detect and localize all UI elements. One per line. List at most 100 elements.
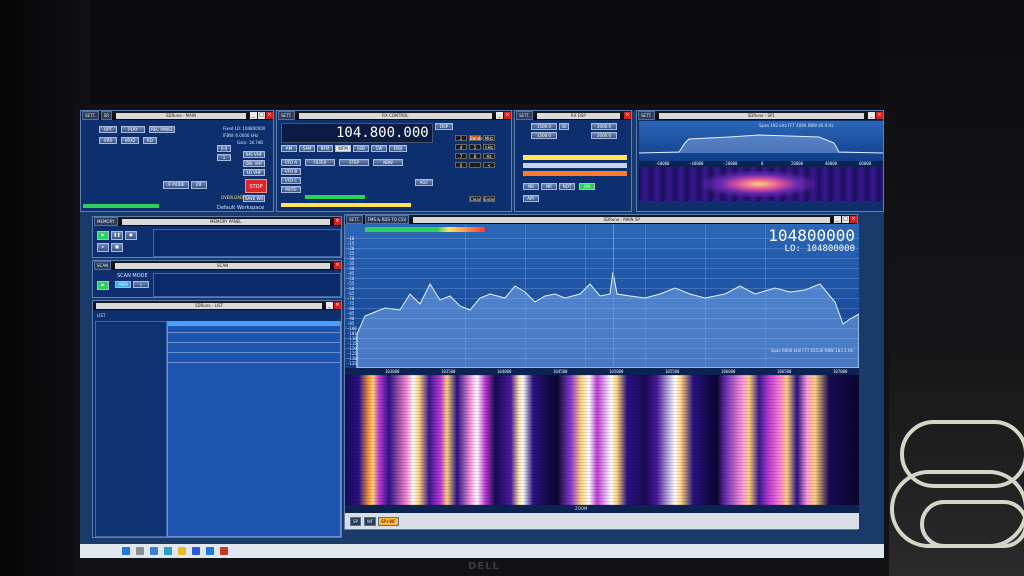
waterfall[interactable] xyxy=(345,375,859,505)
list-sidebar[interactable] xyxy=(95,321,167,537)
dsp-field-1[interactable]: 1500.0 xyxy=(531,123,557,130)
opt-button[interactable]: OPT xyxy=(99,126,117,133)
nb-button[interactable]: NB xyxy=(523,183,539,190)
dsp-button[interactable]: DSP xyxy=(435,123,453,130)
agc-green-button[interactable]: ON xyxy=(579,183,595,190)
key-5[interactable]: 5 xyxy=(469,144,481,150)
maximize-icon[interactable]: □ xyxy=(842,216,849,223)
close-icon[interactable]: × xyxy=(624,112,631,119)
sp-button[interactable]: SP xyxy=(350,517,361,526)
vfo-c-button[interactable]: VFO C xyxy=(281,177,301,184)
frequency-axis[interactable]: 103000 103500 104000 104500 105000 105500 1060… xyxy=(345,368,859,375)
mode-wfm-button[interactable]: WFM xyxy=(335,145,351,152)
mode-ssb-button[interactable]: SSB xyxy=(353,145,369,152)
lna-button[interactable]: 1 xyxy=(217,154,231,161)
windows-icon[interactable] xyxy=(122,547,130,555)
key-dot[interactable]: . xyxy=(469,162,481,168)
frequency-display[interactable]: 104.800.000 xyxy=(281,123,433,143)
agc-button[interactable]: IHS VHF xyxy=(243,151,265,158)
key-mhz[interactable]: MHz xyxy=(483,135,495,141)
bias-button[interactable]: DBL VHF xyxy=(243,160,265,167)
record-icon[interactable]: ● xyxy=(125,231,137,240)
play-button[interactable]: PLAY xyxy=(121,126,145,133)
key-hz[interactable]: Hz xyxy=(483,153,495,159)
mode-cw-button[interactable]: CW xyxy=(371,145,387,152)
notch-button[interactable]: NOT xyxy=(559,183,575,190)
key-4[interactable]: 4 xyxy=(455,144,467,150)
dsp-bar-1[interactable] xyxy=(523,155,627,160)
sett-button[interactable]: SETT. xyxy=(346,215,363,224)
small-waterfall[interactable] xyxy=(639,167,883,201)
vrx-button[interactable]: VRX xyxy=(99,137,117,144)
dsp-field-4[interactable]: 1500.0 xyxy=(531,132,557,139)
minimize-icon[interactable]: _ xyxy=(250,112,257,119)
key-7[interactable]: 7 xyxy=(455,153,467,159)
key-1[interactable]: 1 xyxy=(455,135,467,141)
small-spectrum-plot[interactable]: Span 192 kHz FFT 4096 RBW 46.9 Hz xyxy=(639,121,883,161)
task-view-icon[interactable] xyxy=(150,547,158,555)
skip-icon[interactable]: ▸ xyxy=(97,243,109,252)
vrx2-button[interactable]: VRX2 xyxy=(121,137,139,144)
store-icon[interactable] xyxy=(192,547,200,555)
close-icon[interactable]: × xyxy=(876,112,883,119)
minimize-icon[interactable]: _ xyxy=(496,112,503,119)
nbw-button[interactable]: NBW xyxy=(373,159,403,166)
mode-nfm-button[interactable]: NFM xyxy=(317,145,333,152)
dsp-bar-2[interactable] xyxy=(523,163,627,168)
maximize-icon[interactable]: □ xyxy=(258,112,265,119)
sett-button[interactable]: SETT. xyxy=(82,111,99,120)
ro-button[interactable]: RO xyxy=(143,137,157,144)
zif-button[interactable]: ZIF xyxy=(191,181,207,189)
search-icon[interactable] xyxy=(136,547,144,555)
dsp-bar-3[interactable] xyxy=(523,171,627,176)
mute-button[interactable]: MUTE xyxy=(281,186,301,193)
scan-next-button[interactable]: » xyxy=(133,281,149,288)
filter-button[interactable]: FILTER xyxy=(305,159,335,166)
close-icon[interactable]: × xyxy=(334,262,341,269)
apf-button[interactable]: APF xyxy=(523,195,539,202)
clear-key[interactable]: Clear xyxy=(469,196,481,202)
close-icon[interactable]: × xyxy=(504,112,511,119)
list-table[interactable] xyxy=(167,321,341,537)
play-icon[interactable]: ▶ xyxy=(97,231,109,240)
rds-tab[interactable]: FMS & RDS TO CSV xyxy=(364,215,410,224)
scan-mode-button[interactable]: MEM xyxy=(115,281,131,288)
sr-button[interactable]: SR xyxy=(100,111,113,120)
key-bands[interactable]: Bands xyxy=(469,135,482,141)
app-icon[interactable] xyxy=(220,547,228,555)
mode-sam-button[interactable]: SAM xyxy=(299,145,315,152)
vfo-a-button[interactable]: VFO A xyxy=(281,159,301,166)
save-ws-button[interactable]: SAVE WS xyxy=(243,195,265,202)
wf-button[interactable]: WF xyxy=(364,517,377,526)
dsp-field-3[interactable]: 2000.0 xyxy=(591,123,617,130)
explorer-icon[interactable] xyxy=(178,547,186,555)
lo-vhf-button[interactable]: LO VHF xyxy=(243,169,265,176)
sp-wf-button[interactable]: SP+WF xyxy=(378,517,399,526)
rec-panel-button[interactable]: REC PANEL xyxy=(149,126,175,133)
stop-icon[interactable]: ■ xyxy=(111,243,123,252)
volume-bar[interactable] xyxy=(305,195,365,199)
vfo-b-button[interactable]: VFO B xyxy=(281,168,301,175)
minimize-icon[interactable]: _ xyxy=(326,302,333,309)
key-back[interactable]: < xyxy=(483,162,495,168)
spectrum-plot[interactable]: 104800000 LO: 104800000 -10 -15 -20 -25 -30-… xyxy=(345,224,859,368)
minimize-icon[interactable]: _ xyxy=(868,112,875,119)
dsp-field-5[interactable]: 2000.0 xyxy=(591,132,617,139)
pause-icon[interactable]: ❚❚ xyxy=(111,231,123,240)
minimize-icon[interactable]: _ xyxy=(834,216,841,223)
enter-key[interactable]: Enter xyxy=(483,196,495,202)
gain-button[interactable]: 0.0 xyxy=(217,145,231,152)
close-icon[interactable]: × xyxy=(334,302,341,309)
close-icon[interactable]: × xyxy=(334,218,341,225)
close-icon[interactable]: × xyxy=(266,112,273,119)
zoom-label[interactable]: ZOOM xyxy=(575,506,588,511)
edge-icon[interactable] xyxy=(164,547,172,555)
key-khz[interactable]: kHz xyxy=(483,144,495,150)
scan-play-icon[interactable]: ▶ xyxy=(97,281,109,290)
agc-fast-button[interactable]: AGC xyxy=(415,179,433,186)
mail-icon[interactable] xyxy=(206,547,214,555)
tuning-marker[interactable] xyxy=(613,224,614,368)
step-button[interactable]: STEP xyxy=(339,159,369,166)
mode-am-button[interactable]: AM xyxy=(281,145,297,152)
if-mode-button[interactable]: IF MODE xyxy=(163,181,189,189)
